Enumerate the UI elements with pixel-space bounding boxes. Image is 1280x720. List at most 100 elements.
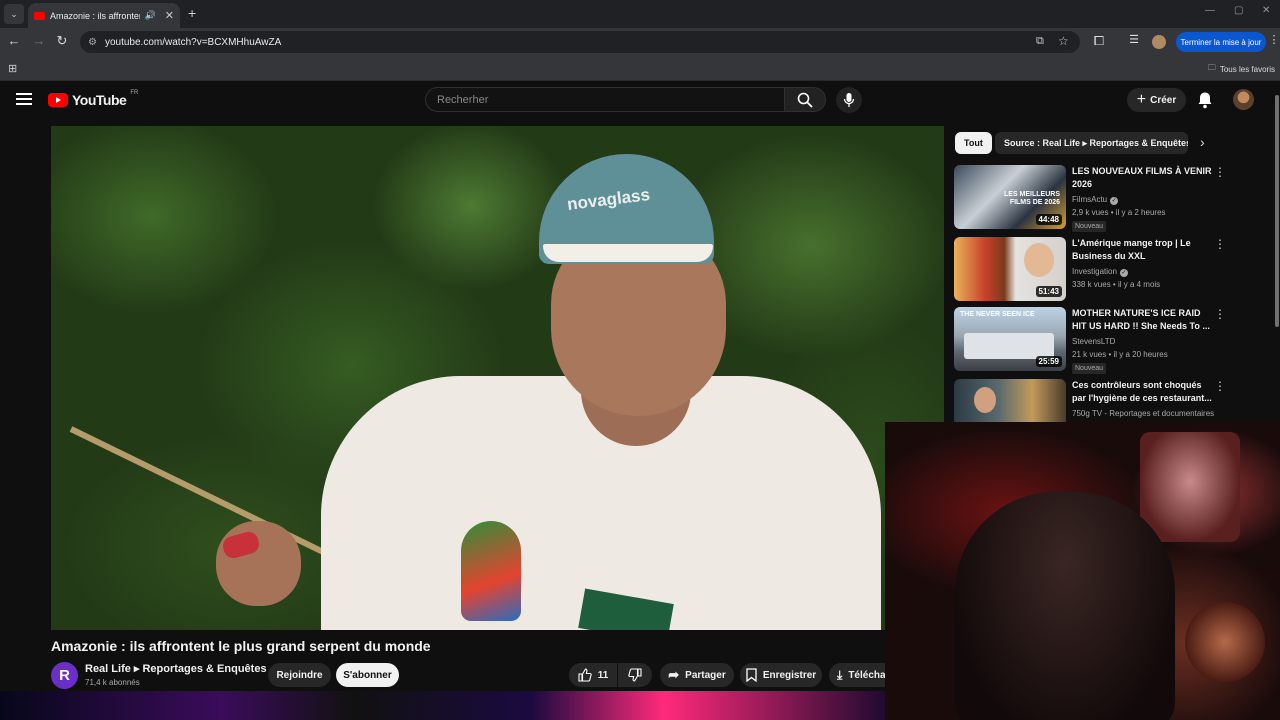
chip-source[interactable]: Source : Real Life ▸ Reportages & Enquêt… [995,132,1188,154]
recommendation-channel-name: FilmsActu [1072,195,1108,204]
chevron-right-icon[interactable]: › [1200,134,1205,150]
maximize-button[interactable]: ▢ [1234,5,1243,16]
recommendation-item[interactable]: THE NEVER SEEN ICE 25:59 MOTHER NATURE'S… [954,307,1264,374]
webcam-overlay [885,422,1280,720]
chip-all[interactable]: Tout [955,132,992,154]
update-button[interactable]: Terminer la mise à jour [1176,32,1266,52]
recommendation-item[interactable]: LES MEILLEURS FILMS DE 2026 44:48 LES NO… [954,165,1264,232]
recommendation-meta: 338 k vues • il y a 4 mois [1072,280,1161,289]
share-button[interactable]: ➦ Partager [660,663,734,687]
search-input[interactable]: Recherher [425,87,784,112]
all-bookmarks-label: Tous les favoris [1219,64,1275,74]
video-thumbnail[interactable]: 51:43 [954,237,1066,301]
streamer-silhouette [955,492,1175,720]
search-icon [797,92,813,108]
create-button[interactable]: + Créer [1127,88,1186,112]
shirt-print [461,521,521,621]
notifications-button[interactable] [1197,91,1213,114]
recommendation-channel[interactable]: Investigation ✓ [1072,267,1128,277]
video-thumbnail[interactable]: LES MEILLEURS FILMS DE 2026 44:48 [954,165,1066,229]
subscribe-button[interactable]: S'abonner [336,663,399,687]
recommendation-channel-name: Investigation [1072,267,1117,276]
new-badge: Nouveau [1072,221,1107,232]
site-info-icon[interactable]: ⚙ [88,37,97,48]
person-hand [216,521,301,606]
share-label: Partager [685,669,726,681]
subscriber-count: 71,4 k abonnés [85,678,140,687]
dislike-button[interactable] [618,663,652,687]
bookmark-icon [746,668,757,682]
thumbs-down-icon [628,668,642,682]
recommendation-item[interactable]: Ces contrôleurs sont choqués par l'hygiè… [954,379,1264,423]
video-player[interactable]: novaglass [51,126,944,630]
recommendation-title[interactable]: Ces contrôleurs sont choqués par l'hygiè… [1072,379,1212,405]
apps-grid-icon[interactable]: ⊞ [8,62,17,75]
bookmark-star-icon[interactable]: ☆ [1058,34,1069,48]
tab-search-menu-button[interactable]: ⌄ [4,4,24,24]
like-button[interactable]: 11 [569,663,617,687]
account-avatar[interactable] [1233,89,1254,110]
hamburger-menu-icon[interactable] [16,93,32,105]
minimize-button[interactable]: — [1205,5,1215,16]
youtube-play-icon [48,93,68,107]
thumbnail-text: LES MEILLEURS FILMS DE 2026 [1004,191,1061,206]
close-window-button[interactable]: ✕ [1262,5,1270,16]
search-button[interactable] [784,87,826,112]
thumbnail-text: THE NEVER SEEN ICE [960,311,1035,318]
create-label: Créer [1150,94,1177,106]
browser-menu-icon[interactable]: ⋮ [1265,33,1280,46]
download-icon: ⤓ [837,667,843,682]
join-button[interactable]: Rejoindre [268,663,331,687]
thumbs-up-icon [578,668,592,682]
profile-avatar[interactable] [1152,35,1166,49]
browser-tab-active[interactable]: Amazonie : ils affrontent le 🔊 ✕ [28,3,180,28]
cap-brim [543,244,713,262]
back-arrow-icon[interactable]: ← [5,33,23,48]
youtube-favicon-icon [34,11,45,20]
video-thumbnail[interactable] [954,379,1066,423]
page-scrollbar[interactable] [1275,95,1279,327]
new-tab-button[interactable]: + [188,5,196,21]
install-app-icon[interactable]: ⧉ [1036,35,1044,48]
channel-avatar[interactable]: R [51,662,78,689]
address-bar[interactable]: ⚙ youtube.com/watch?v=BCXMHhuAwZA ⧉ ☆ [80,31,1080,53]
reload-icon[interactable]: ↻ [53,33,71,49]
video-title: Amazonie : ils affrontent le plus grand … [51,638,431,654]
youtube-logo[interactable]: YouTube FR [48,90,138,108]
recommendation-item[interactable]: 51:43 L'Amérique mange trop | Le Busines… [954,237,1264,303]
more-options-icon[interactable]: ⋮ [1214,307,1226,321]
recommendation-channel[interactable]: FilmsActu ✓ [1072,195,1119,205]
tab-close-icon[interactable]: ✕ [165,9,174,22]
verified-check-icon: ✓ [1110,197,1119,205]
recommendation-channel[interactable]: StevensLTD [1072,337,1115,346]
channel-name[interactable]: Real Life ▸ Reportages & Enquêtes [85,662,267,675]
browser-toolbar: ← → ↻ ⚙ youtube.com/watch?v=BCXMHhuAwZA … [0,28,1280,56]
video-thumbnail[interactable]: THE NEVER SEEN ICE 25:59 [954,307,1066,371]
all-bookmarks-folder[interactable]: 🗀 Tous les favoris [1208,62,1275,76]
extensions-icon[interactable]: ⧠ [1090,33,1108,49]
recommendation-title[interactable]: LES NOUVEAUX FILMS À VENIR 2026 [1072,165,1212,191]
duration-badge: 51:43 [1035,286,1062,297]
reading-list-icon[interactable]: ☰ [1125,33,1143,46]
more-options-icon[interactable]: ⋮ [1214,165,1226,179]
new-badge: Nouveau [1072,363,1107,374]
more-options-icon[interactable]: ⋮ [1214,379,1226,393]
download-label: Télécha [848,669,886,681]
recommendation-title[interactable]: MOTHER NATURE'S ICE RAID HIT US HARD !! … [1072,307,1212,333]
folder-icon: 🗀 [1207,63,1216,72]
recommendation-title[interactable]: L'Amérique mange trop | Le Business du X… [1072,237,1212,263]
forward-arrow-icon[interactable]: → [30,33,48,48]
browser-tab-bar: ⌄ Amazonie : ils affrontent le 🔊 ✕ + — ▢… [0,0,1280,28]
recommendation-meta: 21 k vues • il y a 20 heures [1072,350,1168,359]
recommendation-channel[interactable]: 750g TV - Reportages et documentaires [1072,409,1214,418]
lamp-glow [1185,602,1265,682]
thumbnail-face [1024,243,1054,277]
speaker-icon[interactable]: 🔊 [145,10,156,21]
save-button[interactable]: Enregistrer [740,663,822,687]
logo-wordmark: YouTube [72,92,127,108]
duration-badge: 25:59 [1035,356,1062,367]
more-options-icon[interactable]: ⋮ [1214,237,1226,251]
bookmarks-bar: ⊞ 🗀 Tous les favoris [0,56,1280,81]
save-label: Enregistrer [762,669,817,681]
voice-search-button[interactable] [836,87,862,113]
